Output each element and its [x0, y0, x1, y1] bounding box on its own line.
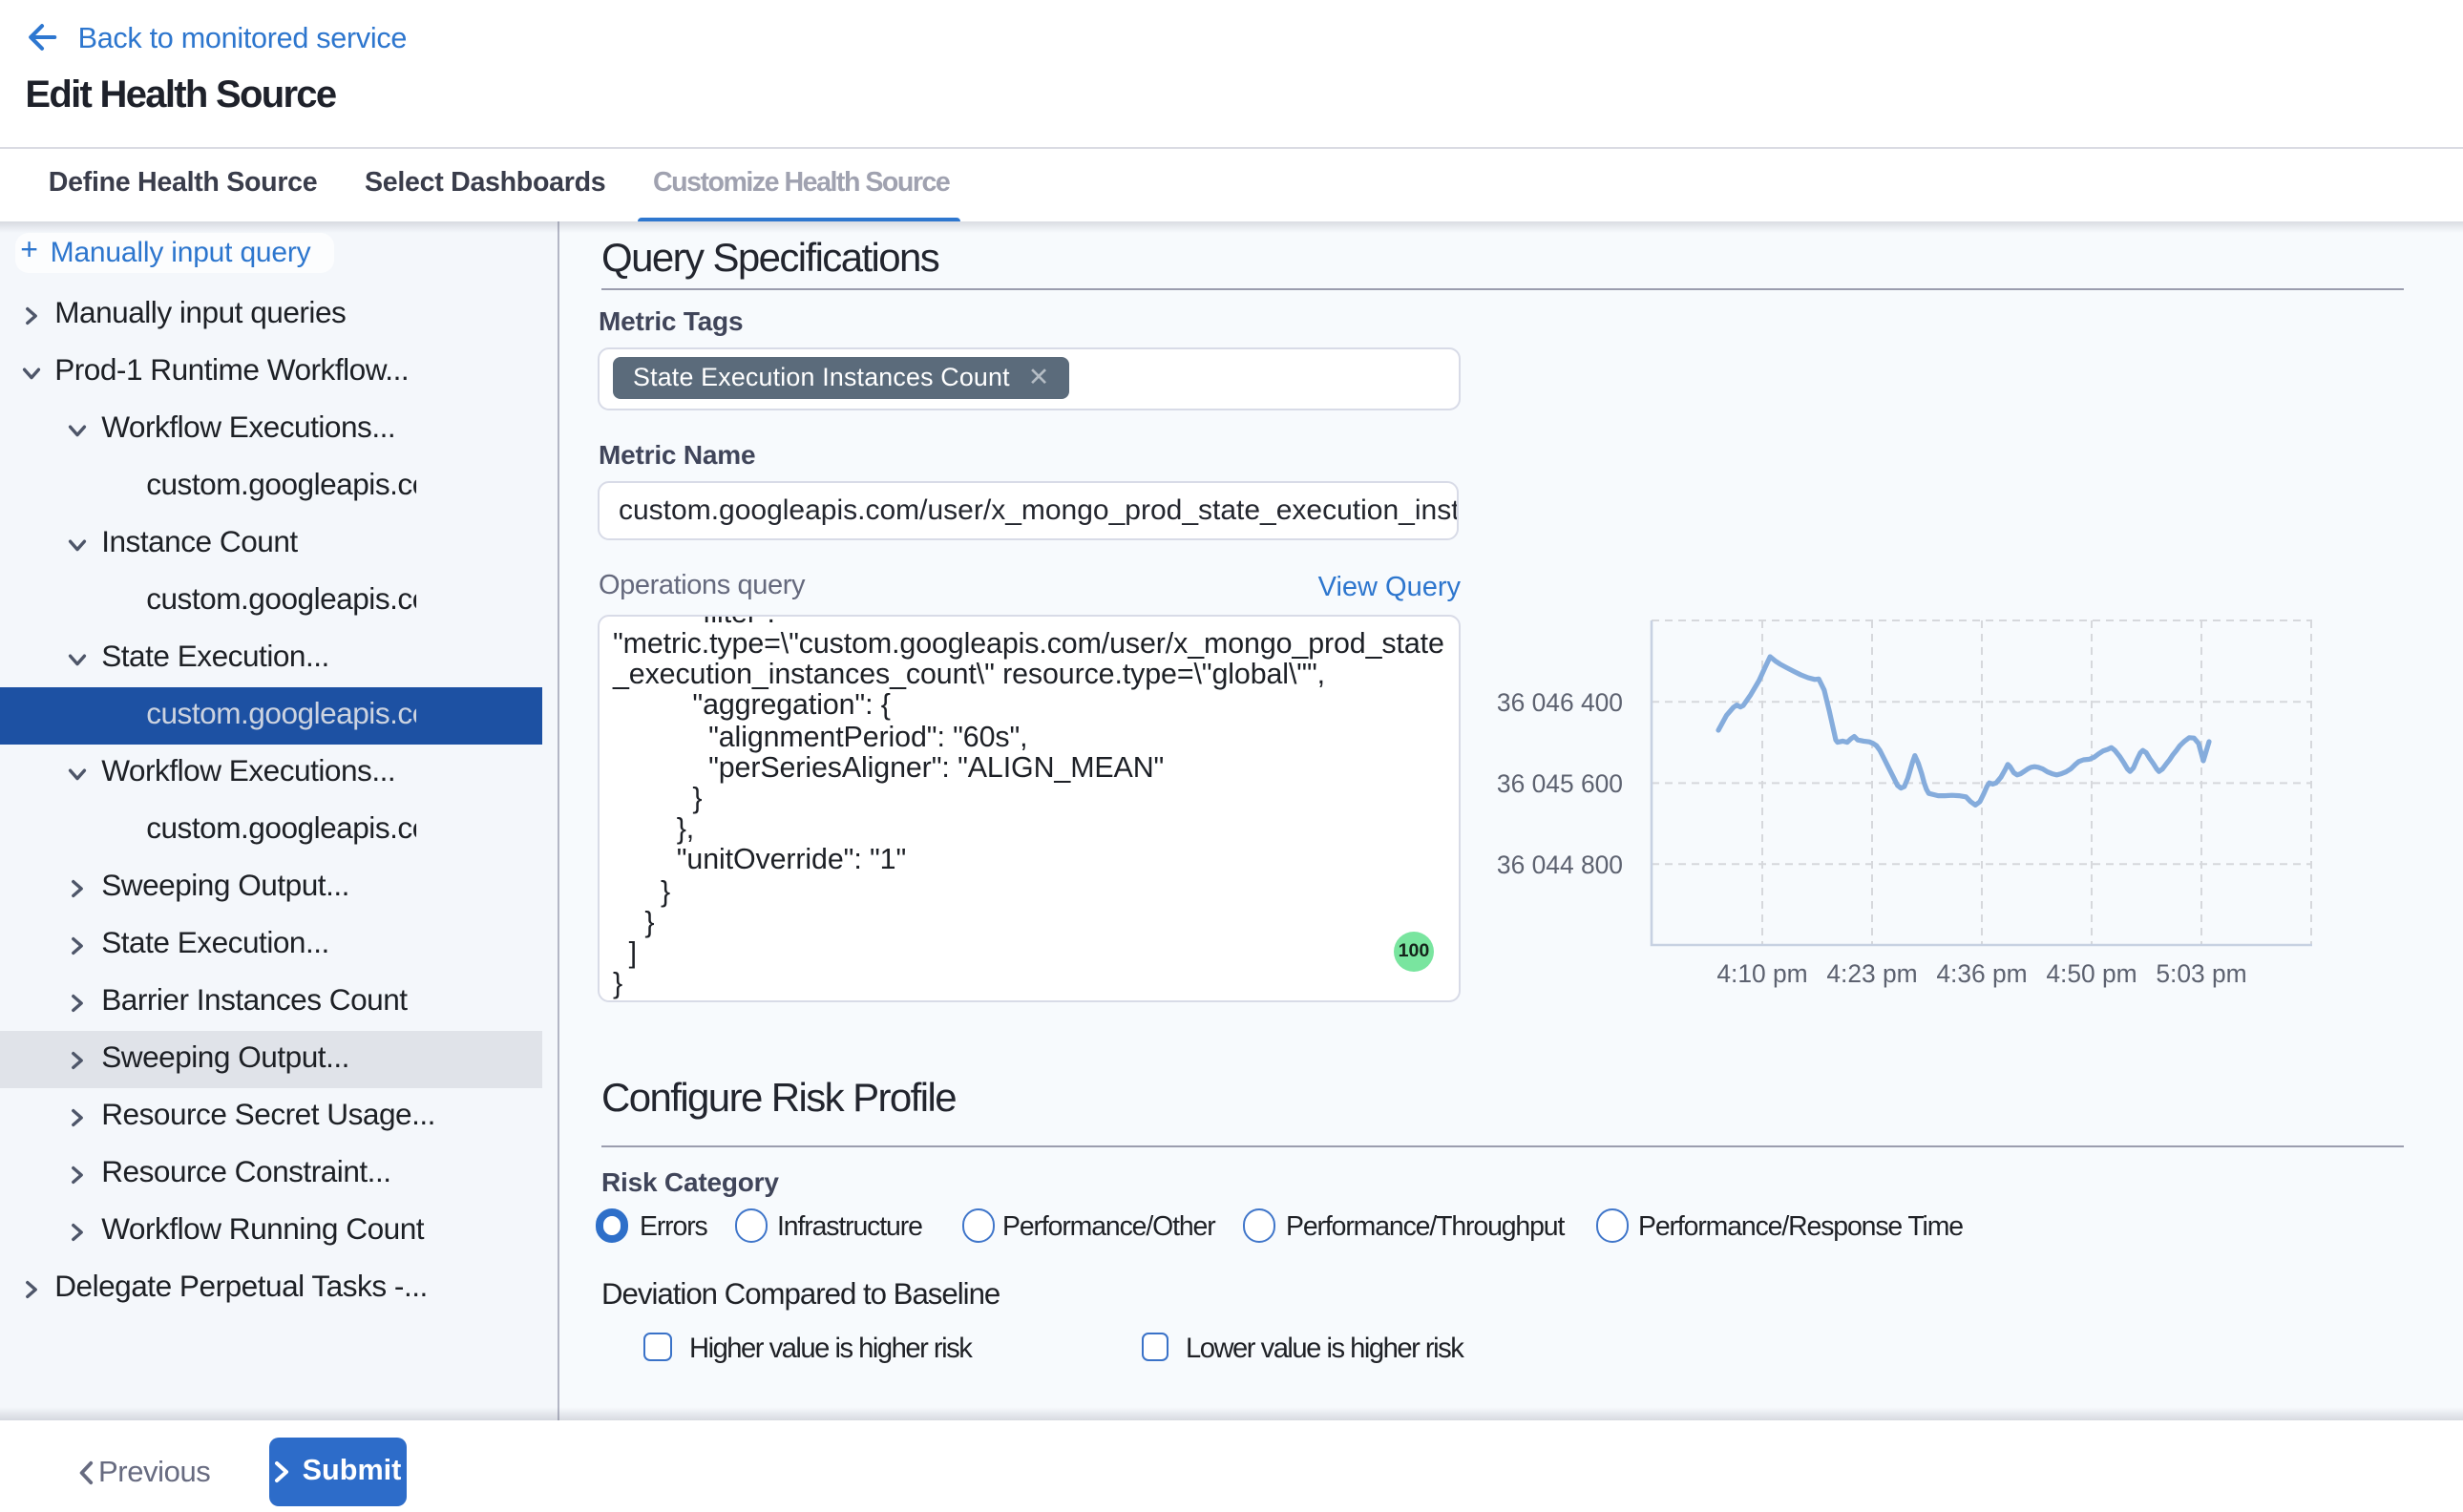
svg-text:36 044 800: 36 044 800 — [1497, 850, 1623, 879]
svg-text:36 046 400: 36 046 400 — [1497, 688, 1623, 717]
svg-text:4:23 pm: 4:23 pm — [1826, 959, 1917, 988]
svg-text:5:03 pm: 5:03 pm — [2156, 959, 2246, 988]
svg-text:4:36 pm: 4:36 pm — [1936, 959, 2027, 988]
svg-text:4:50 pm: 4:50 pm — [2046, 959, 2137, 988]
svg-text:4:10 pm: 4:10 pm — [1716, 959, 1807, 988]
svg-text:36 045 600: 36 045 600 — [1497, 769, 1623, 798]
